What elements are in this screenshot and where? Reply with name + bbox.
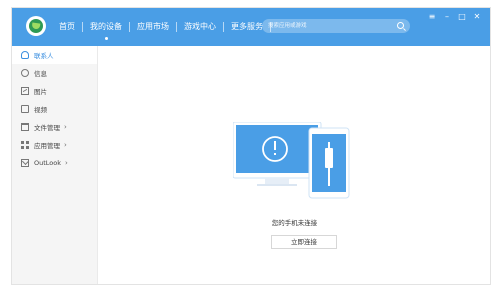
sidebar-item-label: OutLook — [34, 159, 62, 167]
app-logo-icon[interactable] — [26, 16, 46, 36]
folder-icon — [21, 123, 29, 131]
connect-now-button[interactable]: 立即连接 — [271, 235, 337, 249]
sidebar-item-videos[interactable]: 视频 — [12, 100, 97, 118]
sidebar-item-messages[interactable]: 信息 — [12, 64, 97, 82]
device-disconnected-illustration — [233, 122, 350, 199]
main-content: 您的手机未连接 立即连接 — [99, 46, 490, 284]
menu-icon[interactable]: ≡ — [427, 12, 437, 22]
app-window: 首页 我的设备 应用市场 游戏中心 更多服务 ≡ – □ ✕ 联系人 — [11, 7, 491, 285]
sidebar-item-label: 视频 — [34, 106, 47, 114]
sidebar-item-label: 联系人 — [34, 52, 54, 60]
nav-game-center[interactable]: 游戏中心 — [177, 8, 223, 46]
person-icon — [21, 51, 29, 59]
mail-icon — [21, 159, 29, 167]
sidebar-item-label: 应用管理 — [34, 142, 60, 150]
close-icon[interactable]: ✕ — [472, 12, 482, 22]
search-box — [262, 19, 410, 33]
chevron-right-icon: › — [64, 141, 67, 149]
window-controls: ≡ – □ ✕ — [427, 12, 482, 22]
sidebar-item-images[interactable]: 图片 — [12, 82, 97, 100]
sidebar-item-outlook[interactable]: OutLook › — [12, 154, 97, 172]
maximize-icon[interactable]: □ — [457, 12, 467, 22]
image-icon — [21, 87, 29, 95]
sidebar-item-label: 信息 — [34, 70, 47, 78]
search-icon[interactable] — [397, 22, 404, 29]
sidebar-item-label: 图片 — [34, 88, 47, 96]
nav-app-market[interactable]: 应用市场 — [130, 8, 176, 46]
top-bar: 首页 我的设备 应用市场 游戏中心 更多服务 ≡ – □ ✕ — [12, 8, 490, 46]
apps-icon — [21, 141, 29, 149]
chevron-right-icon: › — [65, 159, 68, 167]
search-input[interactable] — [268, 19, 388, 33]
nav-my-devices[interactable]: 我的设备 — [83, 8, 129, 46]
main-nav: 首页 我的设备 应用市场 游戏中心 更多服务 — [52, 8, 271, 46]
minimize-icon[interactable]: – — [442, 12, 452, 22]
sidebar-item-app-manager[interactable]: 应用管理 › — [12, 136, 97, 154]
sidebar-item-file-manager[interactable]: 文件管理 › — [12, 118, 97, 136]
chevron-right-icon: › — [64, 123, 67, 131]
connection-status-text: 您的手机未连接 — [271, 219, 318, 227]
sidebar-item-label: 文件管理 — [34, 124, 60, 132]
video-icon — [21, 105, 29, 113]
sidebar: 联系人 信息 图片 视频 文件管理 › 应用管理 › OutLook › — [12, 46, 98, 284]
nav-home[interactable]: 首页 — [52, 8, 82, 46]
sidebar-item-contacts[interactable]: 联系人 — [12, 46, 97, 64]
chat-icon — [21, 69, 29, 77]
